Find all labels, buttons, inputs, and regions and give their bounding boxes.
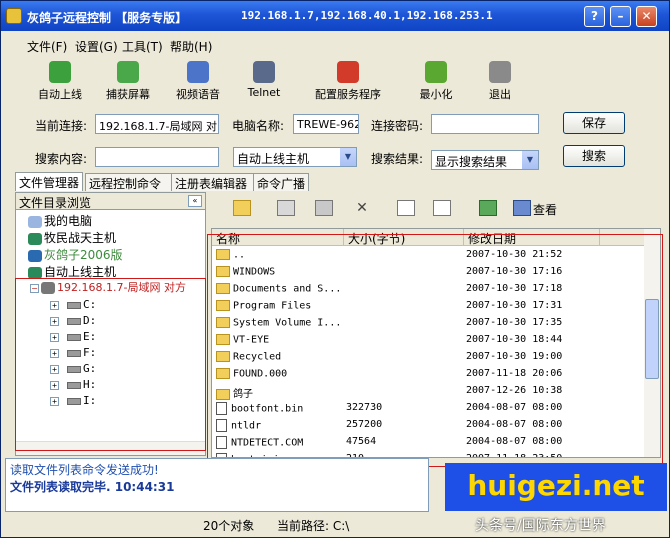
tree-node-version[interactable]: 灰鸽子2006版 xyxy=(28,246,123,263)
exit-icon xyxy=(489,61,511,83)
password-field[interactable] xyxy=(431,114,539,134)
delete-icon[interactable]: ✕ xyxy=(353,200,371,216)
help-button[interactable]: ? xyxy=(584,6,605,27)
menu-bar: 文件(F) 设置(G) 工具(T) 帮助(H) xyxy=(1,35,669,55)
menu-file[interactable]: 文件(F) xyxy=(27,38,67,55)
tree-node-host-group[interactable]: 牧民战天主机 xyxy=(28,229,116,246)
tab-broadcast[interactable]: 命令广播 xyxy=(253,173,309,191)
tree-node-my-computer[interactable]: 我的电脑 xyxy=(28,212,92,229)
tree-node-label: 我的电脑 xyxy=(44,214,93,228)
current-path: 当前路径: C:\ xyxy=(277,519,350,533)
tab-file-manager[interactable]: 文件管理器 xyxy=(15,172,83,191)
toolbar-button-capture-screen[interactable]: 捕获屏幕 xyxy=(93,61,163,105)
globe-icon xyxy=(28,266,42,279)
new-file-icon[interactable] xyxy=(397,200,415,216)
computer-name-label: 电脑名称: xyxy=(232,119,285,133)
search-content-field[interactable] xyxy=(95,147,219,167)
video-voice-icon xyxy=(187,61,209,83)
auto-online-icon xyxy=(49,61,71,83)
highlight-box xyxy=(15,278,206,451)
toolbar-button-telnet[interactable]: Telnet xyxy=(229,61,299,105)
toolbar-button-auto-online[interactable]: 自动上线 xyxy=(25,61,95,105)
app-icon xyxy=(6,8,22,24)
watermark-banner: huigezi.net xyxy=(445,463,667,511)
toolbar-label: 自动上线 xyxy=(38,88,82,101)
app-window: 灰鸽子远程控制 【服务专版】 192.168.1.7,192.168.40.1,… xyxy=(0,0,670,538)
capture-screen-icon xyxy=(117,61,139,83)
tree-node-label: 自动上线主机 xyxy=(44,265,117,279)
search-button[interactable]: 搜索 xyxy=(563,145,625,167)
tree-node-label: 牧民战天主机 xyxy=(44,231,117,245)
menu-help[interactable]: 帮助(H) xyxy=(170,38,212,55)
toolbar-button-video-voice[interactable]: 视频语音 xyxy=(163,61,233,105)
edit-file-icon[interactable] xyxy=(433,200,451,216)
globe-icon xyxy=(28,232,42,245)
search-result-select[interactable]: 显示搜索结果 ▼ xyxy=(431,150,539,170)
toolbar-label: 最小化 xyxy=(419,88,453,101)
menu-settings[interactable]: 设置(G) xyxy=(75,38,118,55)
title-bar: 灰鸽子远程控制 【服务专版】 192.168.1.7,192.168.40.1,… xyxy=(1,1,669,31)
tab-registry[interactable]: 注册表编辑器 xyxy=(171,173,255,191)
minimize-icon xyxy=(425,61,447,83)
save-button[interactable]: 保存 xyxy=(563,112,625,134)
paste-icon[interactable] xyxy=(315,200,333,216)
minimize-window-button[interactable]: – xyxy=(610,6,631,27)
toolbar-button-config-service[interactable]: 配置服务程序 xyxy=(313,61,383,105)
folder-up-icon[interactable] xyxy=(233,200,251,216)
file-toolbar: ✕ 查看 xyxy=(215,196,661,226)
search-content-label: 搜索内容: xyxy=(35,152,88,166)
object-count: 20个对象 xyxy=(203,519,255,533)
log-panel: 读取文件列表命令发送成功! 文件列表读取完毕. 10:44:31 xyxy=(5,458,429,512)
search-scope-select[interactable]: 自动上线主机 ▼ xyxy=(233,147,357,167)
current-conn-label: 当前连接: xyxy=(35,119,88,133)
search-scope-value: 自动上线主机 xyxy=(237,152,310,166)
search-result-value: 显示搜索结果 xyxy=(435,155,508,169)
collapse-pane-icon[interactable]: « xyxy=(188,195,202,207)
telnet-icon xyxy=(253,61,275,83)
view-button[interactable]: 查看 xyxy=(533,201,557,218)
view-icon[interactable] xyxy=(513,200,531,216)
highlight-box-files xyxy=(207,234,663,467)
tree-header: 文件目录浏览 « xyxy=(16,193,205,210)
copy-icon[interactable] xyxy=(277,200,295,216)
password-label: 连接密码: xyxy=(371,119,424,133)
globe-icon xyxy=(28,249,42,262)
refresh-icon[interactable] xyxy=(479,200,497,216)
menu-tools[interactable]: 工具(T) xyxy=(122,38,163,55)
computer-name-field[interactable]: TREWE-962A xyxy=(293,114,359,134)
log-line: 文件列表读取完毕. 10:44:31 xyxy=(10,480,175,494)
window-title: 灰鸽子远程控制 【服务专版】 xyxy=(27,11,188,25)
chevron-down-icon: ▼ xyxy=(522,151,538,169)
search-result-label: 搜索结果: xyxy=(371,152,424,166)
watermark-caption: 头条号/国际东方世界 xyxy=(475,518,606,534)
computer-icon xyxy=(28,215,42,228)
toolbar-label: 捕获屏幕 xyxy=(106,88,150,101)
tab-remote-control[interactable]: 远程控制命令 xyxy=(85,173,173,191)
toolbar-button-exit[interactable]: 退出 xyxy=(465,61,535,105)
current-conn-field[interactable]: 192.168.1.7-局域网 对 xyxy=(95,114,219,134)
close-window-button[interactable]: ✕ xyxy=(636,6,657,27)
toolbar-button-minimize[interactable]: 最小化 xyxy=(401,61,471,105)
toolbar-label: 配置服务程序 xyxy=(315,88,381,101)
toolbar-label: Telnet xyxy=(247,86,281,99)
tree-header-label: 文件目录浏览 xyxy=(19,196,92,210)
ip-list: 192.168.1.7,192.168.40.1,192.168.253.1 xyxy=(241,9,493,22)
toolbar-label: 视频语音 xyxy=(176,88,220,101)
chevron-down-icon: ▼ xyxy=(340,148,356,166)
toolbar-label: 退出 xyxy=(489,88,511,101)
config-service-icon xyxy=(337,61,359,83)
log-line: 读取文件列表命令发送成功! xyxy=(10,463,159,477)
tree-node-label: 灰鸽子2006版 xyxy=(44,248,123,262)
